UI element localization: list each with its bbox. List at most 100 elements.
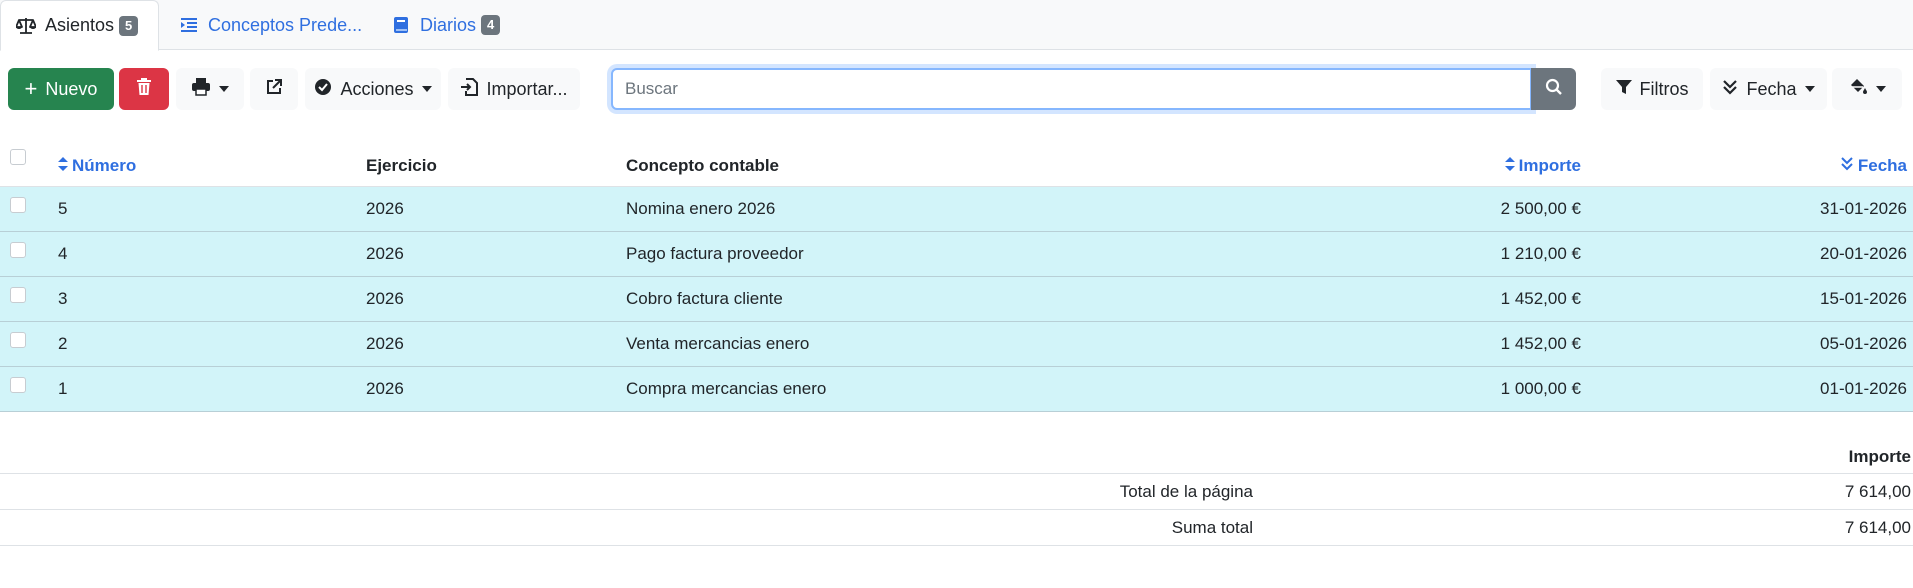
sort-date-label: Fecha — [1746, 78, 1797, 99]
tab-label: Diarios — [420, 14, 477, 35]
actions-label: Acciones — [340, 78, 414, 99]
cell-fecha: 31-01-2026 — [1820, 199, 1907, 218]
delete-button[interactable] — [119, 68, 169, 110]
totals-row-page: Total de la página 7 614,00 — [0, 474, 1913, 510]
table-row[interactable]: 2 2026 Venta mercancias enero 1 452,00 € 05-… — [0, 322, 1913, 367]
cell-numero: 2 — [58, 334, 68, 353]
cell-ejercicio: 2026 — [366, 199, 404, 218]
table-row[interactable]: 4 2026 Pago factura proveedor 1 210,00 € 20-… — [0, 232, 1913, 277]
import-label: Importar... — [486, 78, 568, 99]
cell-numero: 1 — [58, 379, 68, 398]
print-button[interactable] — [176, 68, 244, 110]
table-row[interactable]: 3 2026 Cobro factura cliente 1 452,00 € 15-0… — [0, 277, 1913, 322]
cell-ejercicio: 2026 — [366, 244, 404, 263]
row-checkbox[interactable] — [10, 287, 26, 303]
trash-icon — [136, 77, 152, 101]
row-checkbox[interactable] — [10, 197, 26, 213]
count-badge: 4 — [481, 15, 501, 35]
page-total-label: Total de la página — [1119, 481, 1253, 501]
color-fill-dropdown[interactable] — [1832, 68, 1902, 110]
cell-importe: 1 000,00 € — [1500, 379, 1581, 398]
totals-table: Importe Total de la página 7 614,00 Suma… — [0, 440, 1913, 546]
cell-concepto: Venta mercancias enero — [626, 334, 810, 353]
chevron-down-icon — [1876, 86, 1886, 92]
totals-column-header: Importe — [1848, 446, 1911, 466]
column-label: Ejercicio — [366, 156, 437, 175]
cell-ejercicio: 2026 — [366, 379, 404, 398]
filters-label: Filtros — [1639, 78, 1689, 99]
search-icon — [1545, 78, 1563, 101]
tab-conceptos[interactable]: Conceptos Prede... — [178, 0, 362, 50]
page-total-value: 7 614,00 — [1844, 481, 1911, 501]
search-group — [611, 68, 1576, 110]
cell-ejercicio: 2026 — [366, 334, 404, 353]
column-label: Número — [72, 156, 137, 175]
cell-fecha: 20-01-2026 — [1820, 244, 1907, 263]
cell-numero: 3 — [58, 289, 68, 308]
column-header-ejercicio[interactable]: Ejercicio — [366, 140, 437, 186]
sum-total-value: 7 614,00 — [1844, 517, 1911, 537]
toolbar: + Nuevo Acciones Importar... Buscar Filt… — [0, 68, 1913, 110]
tab-asientos[interactable]: Asientos 5 — [0, 0, 159, 51]
count-badge: 5 — [119, 15, 139, 36]
search-button[interactable] — [1531, 68, 1576, 110]
column-header-importe[interactable]: Importe — [1504, 140, 1581, 186]
cell-numero: 5 — [58, 199, 68, 218]
sort-icon — [58, 156, 68, 176]
paint-bucket-icon — [1848, 78, 1868, 101]
file-import-icon — [460, 77, 479, 101]
cell-fecha: 15-01-2026 — [1820, 289, 1907, 308]
cell-ejercicio: 2026 — [366, 289, 404, 308]
filters-button[interactable]: Filtros — [1601, 68, 1703, 110]
chevron-down-icon — [219, 86, 229, 92]
new-button-label: Nuevo — [45, 78, 98, 99]
search-input[interactable] — [611, 68, 1532, 110]
row-checkbox[interactable] — [10, 242, 26, 258]
cell-numero: 4 — [58, 244, 68, 263]
column-label: Fecha — [1857, 156, 1907, 175]
new-button[interactable]: + Nuevo — [8, 68, 114, 110]
column-label: Importe — [1518, 156, 1581, 175]
cell-concepto: Cobro factura cliente — [626, 289, 783, 308]
table-row[interactable]: 1 2026 Compra mercancias enero 1 000,00 € 01… — [0, 367, 1913, 412]
tab-label: Asientos — [45, 15, 115, 35]
cell-importe: 1 452,00 € — [1500, 289, 1581, 308]
list-indent-icon — [178, 14, 200, 36]
cell-fecha: 05-01-2026 — [1820, 334, 1907, 353]
book-icon — [390, 14, 412, 36]
cell-concepto: Compra mercancias enero — [626, 379, 827, 398]
cell-importe: 2 500,00 € — [1500, 199, 1581, 218]
column-header-numero[interactable]: Número — [58, 140, 136, 186]
balance-scale-icon — [15, 15, 37, 37]
plus-icon: + — [24, 76, 38, 101]
select-all-checkbox[interactable] — [10, 149, 26, 165]
table-row[interactable]: 5 2026 Nomina enero 2026 2 500,00 € 31-01-20… — [0, 187, 1913, 232]
cell-importe: 1 452,00 € — [1500, 334, 1581, 353]
table-header: Número Ejercicio Concepto contable Impor… — [0, 140, 1913, 187]
cell-concepto: Nomina enero 2026 — [626, 199, 776, 218]
row-checkbox[interactable] — [10, 377, 26, 393]
actions-dropdown[interactable]: Acciones — [305, 68, 441, 110]
sort-desc-icon — [1840, 156, 1854, 176]
filter-icon — [1615, 79, 1632, 100]
cell-concepto: Pago factura proveedor — [626, 244, 804, 263]
sort-date-dropdown[interactable]: Fecha — [1710, 68, 1827, 110]
totals-row-sum: Suma total 7 614,00 — [0, 510, 1913, 546]
open-external-button[interactable] — [250, 68, 298, 110]
import-button[interactable]: Importar... — [448, 68, 580, 110]
tab-diarios[interactable]: Diarios 4 — [390, 0, 501, 50]
cell-importe: 1 210,00 € — [1500, 244, 1581, 263]
totals-header: Importe — [0, 440, 1913, 474]
cell-fecha: 01-01-2026 — [1820, 379, 1907, 398]
tab-bar: Asientos 5 Conceptos Prede... Diarios 4 — [0, 0, 1913, 51]
tab-label: Conceptos Prede... — [208, 14, 363, 35]
column-header-fecha[interactable]: Fecha — [1840, 140, 1907, 186]
printer-icon — [191, 77, 211, 101]
check-circle-icon — [314, 78, 332, 101]
sum-total-label: Suma total — [1171, 517, 1253, 537]
column-header-concepto[interactable]: Concepto contable — [626, 140, 779, 186]
row-checkbox[interactable] — [10, 332, 26, 348]
column-label: Concepto contable — [626, 156, 780, 175]
external-link-icon — [265, 78, 283, 101]
chevron-down-icon — [1804, 86, 1815, 92]
